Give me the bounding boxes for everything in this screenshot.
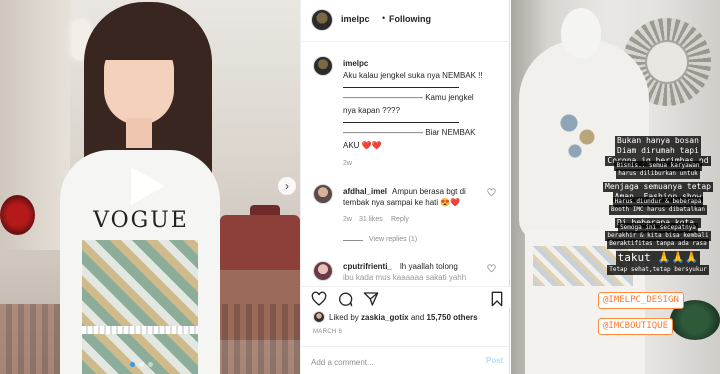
comment-username[interactable]: afdhal_imel bbox=[343, 187, 387, 196]
share-icon[interactable] bbox=[363, 291, 379, 307]
liked-by-count[interactable]: 15,750 others bbox=[426, 313, 477, 322]
mannequin-head bbox=[561, 8, 601, 58]
caption-divider bbox=[343, 122, 459, 123]
liked-by-avatar[interactable] bbox=[313, 311, 325, 323]
subject-bangs bbox=[98, 22, 188, 60]
carousel-dot bbox=[130, 362, 135, 367]
comment-timestamp: 2w bbox=[343, 216, 352, 223]
caption-avatar[interactable] bbox=[313, 56, 333, 76]
comment-likes[interactable]: 31 likes bbox=[359, 216, 383, 223]
liked-by-text: Liked by zaskia_gotix and 15,750 others bbox=[329, 313, 478, 322]
heart-icon[interactable] bbox=[487, 188, 496, 197]
view-replies-divider bbox=[343, 240, 363, 241]
comment-avatar[interactable] bbox=[313, 184, 333, 204]
reply-button[interactable]: Reply bbox=[391, 216, 409, 223]
post-video[interactable]: VOGUE › bbox=[0, 0, 300, 374]
story-line: Tetap sehat,tetap bersyukur bbox=[607, 265, 709, 275]
caption-line: nya kapan ???? bbox=[343, 106, 400, 115]
caption-line: AKU ❤️❤️ bbox=[343, 141, 382, 150]
heart-icon[interactable] bbox=[487, 264, 496, 273]
mirror-center bbox=[645, 40, 689, 84]
story-caption: Bukan hanya bosan Diam dirumah tapi Coro… bbox=[598, 128, 718, 275]
post-button[interactable]: Post bbox=[486, 356, 503, 365]
background-sofa bbox=[220, 215, 300, 275]
background-flowers bbox=[0, 195, 35, 235]
mention-tag[interactable]: @IMCBOUTIQUE bbox=[598, 318, 674, 335]
bookmark-icon[interactable] bbox=[489, 291, 505, 307]
caption-username[interactable]: imelpc bbox=[343, 59, 368, 68]
action-bar bbox=[301, 286, 511, 308]
play-icon[interactable] bbox=[125, 163, 169, 209]
chevron-right-icon[interactable]: › bbox=[278, 177, 296, 195]
subject-lace-trim bbox=[82, 326, 198, 334]
caption-line: —————————— Kamu jengkel bbox=[343, 93, 474, 102]
comment-text: tembak nya sampai ke hati 😍❤️ bbox=[343, 198, 461, 207]
comment-bar: Post bbox=[301, 346, 511, 374]
subject-floral-dress bbox=[82, 240, 198, 374]
view-replies-button[interactable]: View replies (1) bbox=[369, 236, 417, 243]
liked-by-and: and bbox=[410, 313, 425, 322]
post-sidebar: imelpc • Following imelpc Aku kalau jeng… bbox=[300, 0, 511, 374]
comment-icon[interactable] bbox=[337, 291, 353, 307]
story-image: Bukan hanya bosan Diam dirumah tapi Coro… bbox=[511, 0, 720, 374]
liked-by-user[interactable]: zaskia_gotix bbox=[361, 313, 409, 322]
carousel-dot bbox=[139, 362, 144, 367]
comment-input[interactable] bbox=[311, 355, 471, 369]
caption-line: —————————— Biar NEMBAK bbox=[343, 128, 476, 137]
subject-neck bbox=[126, 118, 152, 148]
avatar[interactable] bbox=[311, 9, 333, 31]
caption-line: Aku kalau jengkel suka nya NEMBAK !! bbox=[343, 71, 483, 80]
comment-username[interactable]: cputrifrienti_ bbox=[343, 262, 392, 271]
caption-timestamp: 2w bbox=[343, 160, 352, 167]
post-date[interactable]: MARCH 6 bbox=[313, 329, 342, 335]
header-username[interactable]: imelpc bbox=[341, 14, 370, 24]
header-separator: • bbox=[382, 13, 386, 23]
mention-tag[interactable]: @IMELPC_DESIGN bbox=[598, 292, 684, 309]
heart-icon[interactable] bbox=[311, 291, 327, 307]
carousel-dot bbox=[148, 362, 153, 367]
comment-text: Ampun berasa bgt di bbox=[392, 187, 466, 196]
caption-divider bbox=[343, 87, 459, 88]
following-button[interactable]: Following bbox=[389, 14, 431, 24]
comment-text: lh yaallah tolong bbox=[400, 262, 458, 271]
screenshot-collage: VOGUE › imelpc • Following imelpc Aku ka… bbox=[0, 0, 720, 374]
comment-avatar[interactable] bbox=[313, 261, 333, 281]
shirt-print-text: VOGUE bbox=[93, 208, 189, 233]
liked-by-prefix: Liked by bbox=[329, 313, 359, 322]
post-header: imelpc • Following bbox=[301, 0, 511, 42]
carousel-dots bbox=[130, 362, 153, 367]
comment-text: ibu kada mus kaaaaaa sakati yahh bbox=[343, 273, 467, 282]
